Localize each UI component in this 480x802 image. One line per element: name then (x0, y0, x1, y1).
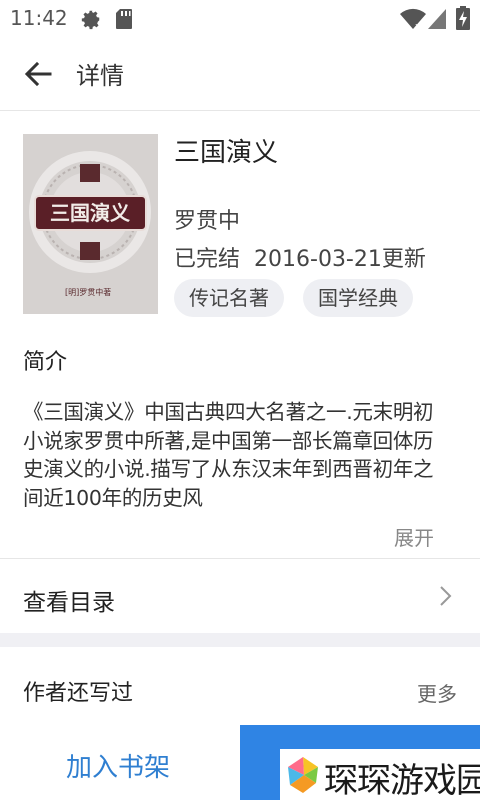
book-updated: 2016-03-21更新 (254, 247, 426, 272)
toc-label: 查看目录 (23, 590, 115, 616)
signal-icon (428, 9, 446, 29)
add-to-shelf-label: 加入书架 (66, 753, 171, 783)
page-title: 详情 (76, 62, 124, 90)
watermark-logo-icon (288, 757, 318, 793)
author-works-heading: 作者还写过 (23, 681, 134, 706)
chevron-right-icon (440, 586, 452, 606)
gear-icon (81, 10, 100, 30)
tag-biography-classic[interactable]: 传记名著 (174, 279, 284, 317)
book-cover[interactable]: 三国演义 [明]罗贯中著 (23, 134, 158, 314)
status-time: 11:42 (10, 6, 68, 30)
sd-card-icon (116, 9, 132, 29)
more-button[interactable]: 更多 (417, 678, 457, 707)
expand-button[interactable]: 展开 (394, 522, 434, 551)
watermark-text: 琛琛游戏园 (324, 761, 480, 801)
wifi-icon: x (400, 8, 426, 30)
arrow-left-icon[interactable] (22, 58, 54, 90)
svg-text:x: x (415, 22, 421, 30)
status-bar: 11:42 x (0, 0, 480, 36)
book-author[interactable]: 罗贯中 (174, 203, 240, 235)
book-title: 三国演义 (174, 138, 279, 168)
intro-text: 《三国演义》中国古典四大名著之一.元末明初小说家罗贯中所著,是中国第一部长篇章回… (23, 400, 434, 510)
battery-icon (456, 6, 470, 30)
section-gap (0, 633, 480, 647)
app-bar: 详情 (0, 36, 480, 111)
book-status: 已完结 (174, 247, 241, 272)
intro-heading: 简介 (23, 350, 68, 375)
cover-title: 三国演义 (50, 201, 130, 225)
book-status-line: 已完结 2016-03-21更新 (174, 241, 426, 273)
cover-author-mark: [明]罗贯中著 (65, 287, 111, 297)
watermark: 琛琛游戏园 (280, 749, 480, 801)
tag-sinology-classic[interactable]: 国学经典 (303, 279, 413, 317)
add-to-shelf-button[interactable]: 加入书架 (0, 725, 240, 800)
toc-row[interactable]: 查看目录 (0, 559, 480, 633)
